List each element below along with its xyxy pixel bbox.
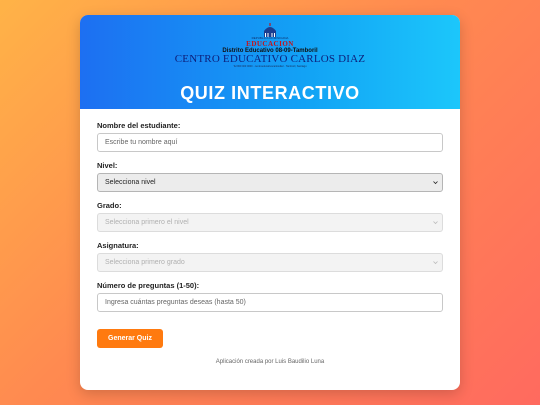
student-name-placeholder: Escribe tu nombre aquí	[105, 139, 178, 146]
quiz-card: REPUBLICA DOMINICANA EDUCACION Distrito …	[80, 15, 460, 390]
contact-line: Tel 809 000 0000 · centroeducativocarlos…	[233, 65, 307, 68]
level-label: Nivel:	[97, 161, 118, 170]
level-select[interactable]: Selecciona nivel	[97, 173, 443, 192]
header: REPUBLICA DOMINICANA EDUCACION Distrito …	[80, 15, 460, 109]
page-title: QUIZ INTERACTIVO	[180, 83, 360, 103]
school-name: CENTRO EDUCATIVO CARLOS DIAZ	[174, 53, 366, 65]
chevron-down-icon	[433, 261, 438, 265]
subject-label: Asignatura:	[97, 241, 139, 250]
question-count-input[interactable]: Ingresa cuántas preguntas deseas (hasta …	[97, 293, 443, 312]
school-banner: REPUBLICA DOMINICANA EDUCACION Distrito …	[166, 37, 374, 69]
grade-select[interactable]: Selecciona primero el nivel	[97, 213, 443, 232]
grade-label: Grado:	[97, 201, 122, 210]
student-name-label: Nombre del estudiante:	[97, 121, 181, 130]
chevron-down-icon	[433, 221, 438, 225]
education-wordmark: EDUCACION	[246, 40, 294, 48]
question-count-placeholder: Ingresa cuántas preguntas deseas (hasta …	[105, 299, 246, 306]
generate-quiz-button[interactable]: Generar Quiz	[97, 329, 163, 348]
subject-selected-value: Selecciona primero grado	[105, 259, 185, 266]
question-count-label: Número de preguntas (1-50):	[97, 281, 200, 290]
grade-selected-value: Selecciona primero el nivel	[105, 219, 189, 226]
footer-credit: Aplicación creada por Luis Baudilio Luna	[215, 359, 325, 365]
chevron-down-icon	[433, 181, 438, 185]
subject-select[interactable]: Selecciona primero grado	[97, 253, 443, 272]
level-selected-value: Selecciona nivel	[105, 179, 156, 186]
student-name-input[interactable]: Escribe tu nombre aquí	[97, 133, 443, 152]
